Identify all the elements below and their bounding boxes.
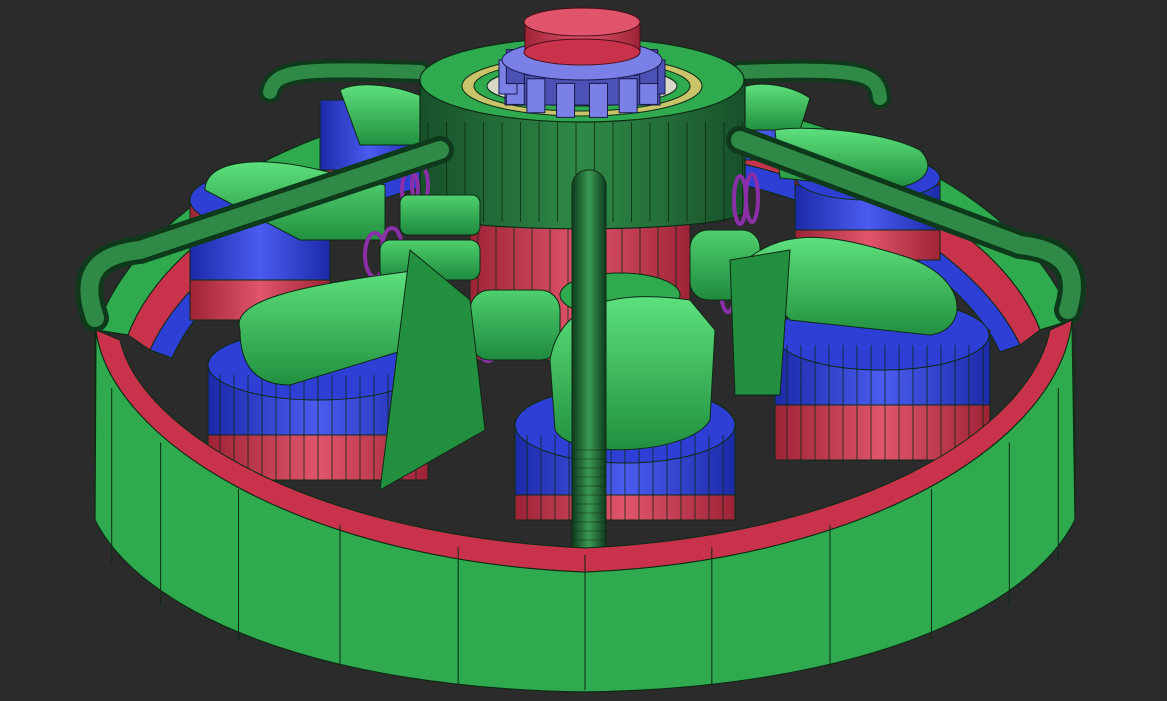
hub-cap bbox=[523, 7, 641, 66]
3d-viewport[interactable] bbox=[0, 0, 1167, 701]
model-render bbox=[75, 7, 1086, 693]
arm-front bbox=[571, 169, 607, 581]
